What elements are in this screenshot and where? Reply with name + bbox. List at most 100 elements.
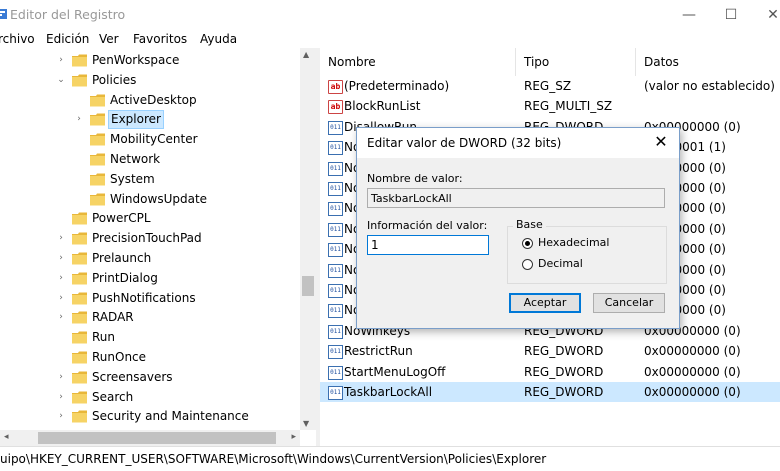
menu-favoritos[interactable]: Favoritos [133, 32, 187, 46]
scroll-up-icon[interactable]: ▲ [303, 50, 309, 59]
tree-horizontal-scroll-thumb[interactable] [38, 432, 276, 444]
string-value-icon: ab [328, 100, 343, 115]
menu-edicion[interactable]: Edición [46, 32, 89, 46]
value-data-cell: (valor no establecido) [644, 79, 775, 93]
chevron-right-icon [74, 190, 84, 209]
column-header-data[interactable]: Datos [636, 48, 780, 76]
tree-item-label: Explorer [108, 110, 164, 130]
value-type-cell: REG_SZ [524, 79, 572, 93]
string-value-icon: ab [328, 80, 343, 94]
dword-value-icon: 011 [328, 202, 343, 217]
folder-icon [72, 212, 88, 225]
dword-value-icon: 011 [328, 222, 343, 237]
dword-value-icon: 011 [328, 263, 343, 278]
chevron-right-icon [56, 348, 66, 367]
tree-item-label: Network [110, 152, 161, 166]
base-groupbox [507, 226, 667, 284]
folder-icon [90, 133, 106, 146]
close-window-button[interactable]: ✕ [750, 0, 780, 30]
hexadecimal-radio[interactable] [522, 238, 533, 249]
menu-bar: rchivo Edición Ver Favoritos Ayuda [0, 30, 780, 50]
decimal-radio[interactable] [522, 259, 533, 270]
folder-icon [72, 54, 88, 67]
tree-vertical-scroll-thumb[interactable] [302, 276, 314, 296]
scroll-down-icon[interactable]: ▼ [303, 419, 309, 428]
folder-icon [72, 232, 88, 245]
value-row[interactable]: 011 TaskbarLockAll REG_DWORD 0x00000000 (0) [320, 382, 780, 402]
chevron-down-icon[interactable]: ⌄ [56, 71, 66, 90]
dword-value-icon: 011 [328, 304, 343, 319]
chevron-right-icon[interactable]: › [56, 388, 66, 407]
tree-item-label: Screensavers [92, 369, 173, 384]
value-row[interactable]: ab (Predeterminado) REG_SZ (valor no establ… [320, 76, 780, 96]
dword-value-icon: 011 [328, 324, 343, 339]
menu-ver[interactable]: Ver [99, 32, 119, 46]
dialog-close-icon[interactable]: ✕ [651, 132, 671, 152]
cancel-button[interactable]: Cancelar [593, 293, 665, 313]
tree-item-label: WindowsUpdate [110, 191, 208, 206]
folder-icon [72, 371, 88, 384]
edit-dword-dialog: Editar valor de DWORD (32 bits) ✕ Nombre… [356, 127, 680, 329]
chevron-right-icon[interactable]: › [56, 308, 66, 327]
title-bar: Editor del Registro — ☐ ✕ [0, 0, 780, 30]
folder-icon [90, 173, 106, 186]
chevron-right-icon[interactable]: › [56, 407, 66, 426]
chevron-right-icon [56, 209, 66, 228]
tree-item-label: Run [92, 330, 116, 345]
chevron-right-icon [74, 170, 84, 189]
folder-icon [90, 113, 106, 126]
value-name-label: Nombre de valor: [367, 172, 463, 185]
decimal-radio-label[interactable]: Decimal [538, 257, 583, 270]
value-name-cell: RestrictRun [344, 344, 413, 359]
dword-value-icon: 011 [328, 365, 343, 380]
tree-item-label: MobilityCenter [110, 132, 198, 147]
tree-item-label: PrecisionTouchPad [92, 231, 202, 246]
chevron-right-icon[interactable]: › [56, 229, 66, 248]
tree-vertical-scrollbar[interactable]: ▲ ▼ [300, 48, 316, 430]
value-name-field: TaskbarLockAll [367, 188, 665, 208]
chevron-right-icon[interactable]: › [56, 289, 66, 308]
maximize-button[interactable]: ☐ [708, 0, 754, 30]
value-data-input[interactable] [367, 235, 489, 255]
tree-item-label: Prelaunch [92, 251, 152, 265]
minimize-button[interactable]: — [666, 0, 712, 30]
scroll-left-icon[interactable]: ◂ [4, 432, 9, 442]
folder-icon [72, 391, 88, 404]
chevron-right-icon[interactable]: › [74, 110, 84, 129]
chevron-right-icon[interactable]: › [56, 269, 66, 288]
chevron-right-icon[interactable]: › [56, 249, 66, 268]
column-header-type[interactable]: Tipo [516, 48, 636, 76]
status-bar: uipo\HKEY_CURRENT_USER\SOFTWARE\Microsof… [0, 446, 780, 471]
menu-archivo[interactable]: rchivo [0, 32, 35, 46]
tree-item-label: Policies [92, 72, 137, 87]
value-row[interactable]: ab BlockRunList REG_MULTI_SZ [320, 96, 780, 116]
column-header-name[interactable]: Nombre [320, 48, 516, 76]
value-row[interactable]: 011 StartMenuLogOff REG_DWORD 0x00000000 (0… [320, 362, 780, 382]
value-type-cell: REG_MULTI_SZ [524, 99, 613, 114]
accept-button[interactable]: Aceptar [509, 293, 581, 313]
tree-item-label: ActiveDesktop [110, 92, 197, 107]
chevron-right-icon[interactable]: › [56, 51, 66, 70]
dword-value-icon: 011 [328, 284, 343, 298]
chevron-right-icon [74, 91, 84, 110]
folder-icon [72, 74, 88, 87]
value-data-cell: 0x00000000 (0) [644, 364, 741, 379]
dword-value-icon: 011 [328, 345, 343, 360]
registry-tree: › PenWorkspace ⌄ Policies ActiveDesktop › Expl… [0, 48, 316, 432]
tree-item-label: Security and Maintenance [92, 409, 249, 424]
dword-value-icon: 011 [328, 161, 343, 176]
hexadecimal-radio-label[interactable]: Hexadecimal [538, 236, 609, 249]
folder-icon [72, 252, 88, 265]
dword-value-icon: 011 [328, 386, 343, 400]
dialog-title: Editar valor de DWORD (32 bits) [367, 136, 562, 150]
scroll-right-icon[interactable]: ▸ [291, 432, 296, 442]
dword-value-icon: 011 [328, 120, 343, 135]
value-row[interactable]: 011 RestrictRun REG_DWORD 0x00000000 (0) [320, 341, 780, 361]
window-title: Editor del Registro [10, 7, 126, 22]
tree-item-label: PenWorkspace [92, 53, 180, 67]
menu-ayuda[interactable]: Ayuda [200, 32, 237, 46]
chevron-right-icon [74, 130, 84, 149]
value-type-cell: REG_DWORD [524, 364, 604, 379]
dword-value-icon: 011 [328, 243, 343, 258]
chevron-right-icon[interactable]: › [56, 368, 66, 387]
